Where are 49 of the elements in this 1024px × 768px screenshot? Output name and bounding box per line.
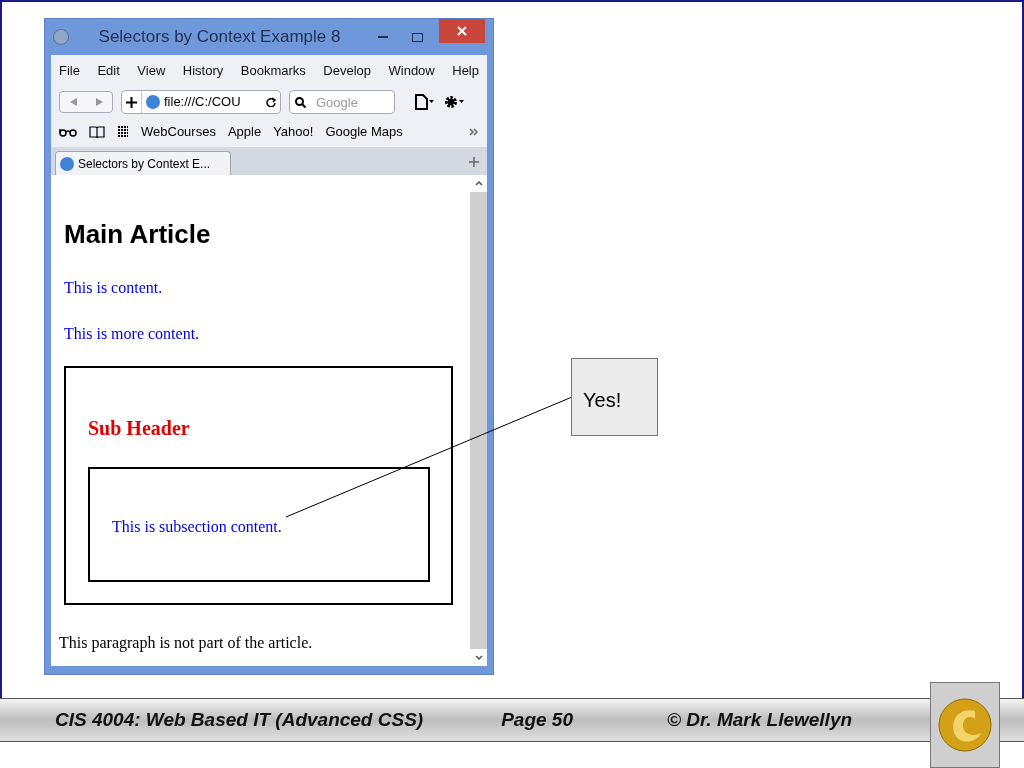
menu-item[interactable]: Develop [323,61,371,81]
tab-title: Selectors by Context E... [78,155,211,173]
menu-item[interactable]: Edit [97,61,120,81]
globe-icon [146,95,160,109]
subsection-paragraph: This is subsection content. [112,516,282,537]
menu-item[interactable]: File [59,61,80,81]
bookmark-link[interactable]: Yahoo! [273,122,314,142]
globe-icon [60,156,74,171]
browser-logo-icon [53,29,69,45]
footer-course: CIS 4004: Web Based IT (Advanced CSS) [55,707,424,732]
reload-icon [266,97,276,107]
back-icon [69,98,77,106]
address-text: file:///C:/COU [164,93,242,112]
menu-item[interactable]: View [137,61,166,81]
menu-item[interactable]: Window [388,61,435,81]
scroll-up-icon[interactable] [474,181,483,186]
sub-header: Sub Header [88,416,191,441]
menu-item[interactable]: Bookmarks [240,61,306,81]
scroll-down-icon[interactable] [474,655,483,660]
search-icon [295,96,306,108]
menu-item[interactable]: Help [452,61,479,81]
window-title: Selectors by Context Example 8 [97,26,342,49]
callout-box: Yes! [571,358,658,436]
page-paragraph: This paragraph is not part of the article. [59,633,314,654]
bookmark-link[interactable]: Google Maps [325,122,403,142]
bookmark-link[interactable]: Apple [227,122,262,142]
page-heading: Main Article [64,218,212,251]
menu-item[interactable]: History [182,61,224,81]
maximize-icon[interactable] [412,32,423,42]
close-icon [457,26,467,36]
gear-icon[interactable] [443,94,465,110]
search-field[interactable]: Google [289,90,395,115]
page-menu-icon[interactable] [415,94,435,110]
address-field[interactable]: file:///C:/COU [121,90,281,114]
grid-icon[interactable] [117,126,129,138]
page-paragraph: This is content. [64,278,164,298]
bookmark-link[interactable]: WebCourses [141,122,216,142]
new-tab-icon[interactable] [469,157,479,167]
browser-tab[interactable]: Selectors by Context E... [55,151,231,175]
forward-icon [95,98,103,106]
glasses-icon[interactable] [59,127,77,137]
page-paragraph: This is more content. [64,324,201,344]
back-forward-button[interactable] [59,91,113,113]
close-button[interactable] [439,19,485,43]
footer-page: Page 50 [501,707,573,732]
footer-author: © Dr. Mark Llewellyn [667,707,853,732]
plus-icon [126,96,137,108]
book-icon[interactable] [89,126,105,138]
chevron-icon[interactable] [469,128,479,136]
